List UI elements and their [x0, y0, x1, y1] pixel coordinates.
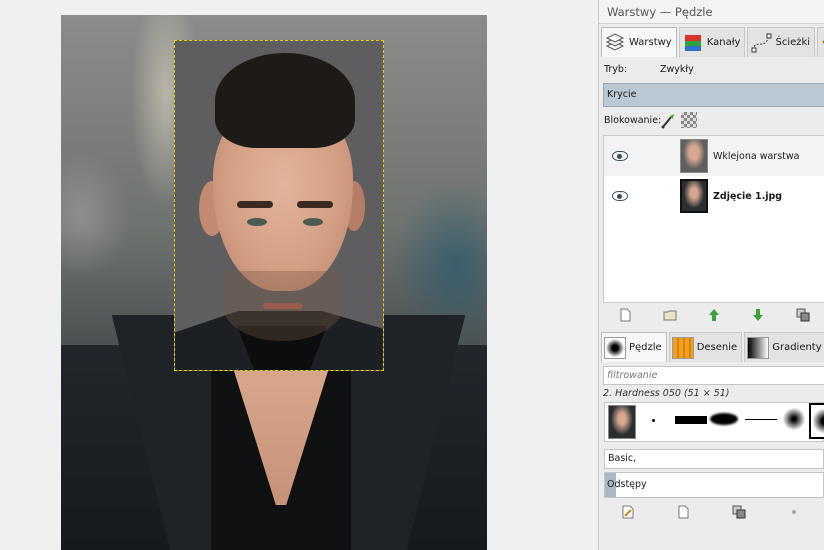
brush-filter-input[interactable]	[603, 366, 824, 385]
spacing-slider[interactable]: Odstępy	[604, 472, 824, 498]
duplicate-brush-icon[interactable]	[732, 505, 746, 519]
duplicate-layer-icon[interactable]	[796, 308, 810, 322]
undo-history-icon	[820, 32, 824, 54]
lock-pixels-icon[interactable]	[660, 113, 676, 132]
tab-patterns-label: Desenie	[696, 342, 738, 353]
visibility-eye-icon[interactable]	[612, 191, 628, 201]
layers-icon	[604, 32, 626, 54]
brush-thumb[interactable]	[783, 407, 805, 431]
lock-label: Blokowanie:	[604, 115, 662, 126]
brush-thumb[interactable]	[652, 419, 655, 422]
brush-thumb[interactable]	[710, 413, 738, 425]
pasted-hair	[215, 53, 355, 148]
edit-brush-icon[interactable]	[621, 505, 635, 519]
lower-layer-icon[interactable]	[751, 308, 765, 322]
brush-name: 2. Hardness 050 (51 × 51)	[603, 388, 730, 399]
opacity-slider[interactable]: Krycie	[603, 83, 824, 107]
layer-name: Zdjęcie 1.jpg	[713, 190, 783, 202]
new-brush-icon[interactable]	[676, 505, 690, 519]
raise-layer-icon[interactable]	[707, 308, 721, 322]
dock-title: Warstwy — Pędzle	[599, 0, 824, 24]
brush-tag-field[interactable]: Basic,	[604, 449, 824, 469]
brush-thumb[interactable]	[675, 416, 707, 424]
mode-select[interactable]: Zwykły	[660, 64, 694, 75]
brushes-button-row	[600, 501, 822, 523]
top-tab-bar: Warstwy Kanały Ścieżki H	[601, 27, 824, 57]
pasted-eye-right	[303, 218, 323, 226]
pattern-icon	[671, 336, 694, 359]
spacing-label: Odstępy	[607, 479, 647, 490]
tab-layers-label: Warstwy	[629, 37, 672, 48]
visibility-eye-icon[interactable]	[612, 151, 628, 161]
opacity-label: Krycie	[607, 89, 637, 100]
new-layer-icon[interactable]	[618, 308, 632, 322]
delete-brush-icon[interactable]	[787, 505, 801, 519]
layers-button-row	[603, 304, 824, 326]
bottom-tab-bar: Pędzle Desenie Gradienty	[601, 332, 824, 362]
paths-icon	[750, 32, 772, 54]
tab-channels[interactable]: Kanały	[678, 27, 746, 57]
tab-gradients-label: Gradienty	[772, 342, 822, 353]
channels-icon	[682, 32, 704, 54]
lock-alpha-icon[interactable]	[681, 112, 697, 128]
layer-name: Wklejona warstwa	[713, 150, 800, 162]
tab-gradients[interactable]: Gradienty	[744, 332, 824, 362]
pasted-brow-right	[297, 201, 333, 208]
layer-row[interactable]: Wklejona warstwa	[604, 136, 824, 176]
brush-thumb-photo[interactable]	[608, 405, 636, 439]
brush-grid[interactable]	[604, 402, 824, 442]
brush-thumb[interactable]	[745, 419, 777, 420]
tab-paths[interactable]: Ścieżki	[747, 27, 816, 57]
layers-list: Wklejona warstwa Zdjęcie 1.jpg	[603, 135, 824, 303]
tab-channels-label: Kanały	[706, 37, 741, 48]
pasted-mouth	[263, 303, 303, 309]
tab-layers[interactable]: Warstwy	[601, 27, 677, 57]
layer-thumbnail	[680, 179, 708, 213]
new-group-icon[interactable]	[663, 308, 677, 322]
mode-label: Tryb:	[604, 64, 628, 75]
pasted-brow-left	[237, 201, 273, 208]
layer-thumbnail	[680, 139, 708, 173]
layer-row[interactable]: Zdjęcie 1.jpg	[604, 176, 824, 216]
pasted-layer-selection[interactable]	[174, 40, 384, 371]
gradient-icon	[747, 336, 770, 359]
pasted-eye-left	[247, 218, 267, 226]
tab-brushes-label: Pędzle	[629, 342, 662, 353]
image-canvas-area[interactable]	[0, 0, 598, 550]
tab-paths-label: Ścieżki	[775, 37, 811, 48]
tab-brushes[interactable]: Pędzle	[601, 332, 667, 362]
tab-patterns[interactable]: Desenie	[668, 332, 743, 362]
tab-undo-history[interactable]: H	[817, 27, 824, 57]
brush-thumb-selected[interactable]	[809, 403, 824, 439]
brush-icon	[604, 336, 626, 359]
